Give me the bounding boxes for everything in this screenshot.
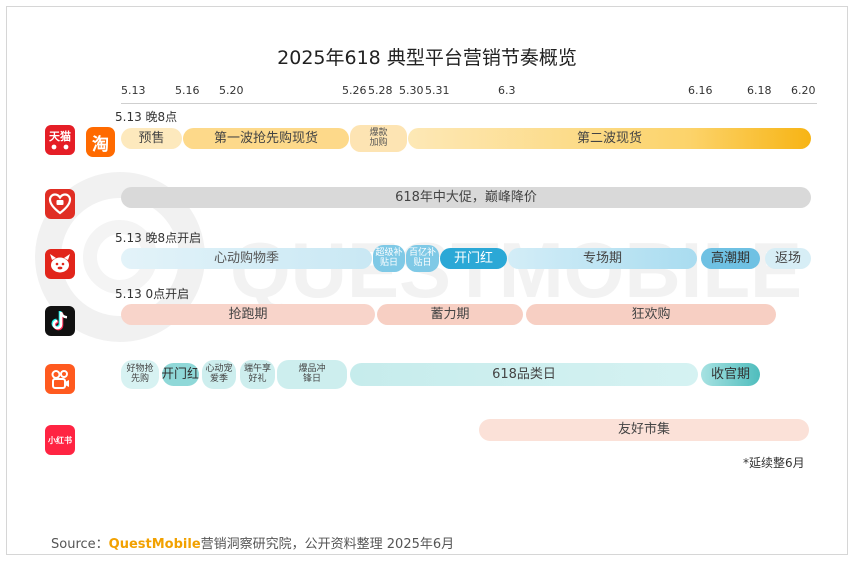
x-tick-label: 6.20 bbox=[791, 84, 816, 97]
chart-frame: QUESTMOBILE 2025年618 典型平台营销节奏概览 5.13 5.16… bbox=[6, 6, 848, 555]
phase-label: 第一波抢先购现货 bbox=[213, 130, 318, 146]
phase-bar: 抢跑期 bbox=[121, 304, 375, 325]
pinduoduo-logo-icon bbox=[45, 189, 75, 219]
phase-bar: 第二波现货 bbox=[408, 128, 811, 149]
phase-label: 抢跑期 bbox=[228, 306, 268, 322]
phase-bar: 超级补 贴日 bbox=[373, 245, 405, 272]
phase-bar: 端午享 好礼 bbox=[240, 360, 275, 389]
phase-label: 爆款 加购 bbox=[369, 128, 388, 148]
phase-label: 百亿补 贴日 bbox=[408, 248, 436, 268]
phase-bar: 爆款 加购 bbox=[350, 125, 407, 152]
phase-bar: 蓄力期 bbox=[377, 304, 523, 325]
source-line: Source：QuestMobile营销洞察研究院，公开资料整理 2025年6月 bbox=[51, 533, 454, 552]
phase-label: 开门红 bbox=[453, 250, 493, 266]
phase-bar: 第一波抢先购现货 bbox=[183, 128, 349, 149]
chart-title: 2025年618 典型平台营销节奏概览 bbox=[277, 47, 577, 69]
phase-label: 第二波现货 bbox=[576, 130, 642, 146]
phase-label: 高潮期 bbox=[710, 250, 750, 266]
phase-bar: 高潮期 bbox=[701, 248, 760, 269]
phase-bar: 收官期 bbox=[701, 363, 760, 386]
x-tick-label: 5.13 bbox=[121, 84, 146, 97]
phase-bar: 618年中大促，巅峰降价 bbox=[121, 187, 811, 208]
source-prefix: Source： bbox=[51, 537, 109, 552]
x-tick-label: 6.3 bbox=[498, 84, 516, 97]
phase-label: 心动宠 爱季 bbox=[205, 364, 233, 384]
phase-bar: 狂欢购 bbox=[526, 304, 776, 325]
source-brand: QuestMobile bbox=[108, 537, 201, 552]
phase-label: 618品类日 bbox=[492, 366, 556, 382]
phase-label: 超级补 贴日 bbox=[375, 248, 403, 268]
phase-label: 蓄力期 bbox=[430, 306, 470, 322]
xhs-footnote: *延续整6月 bbox=[743, 456, 805, 470]
xiaohongshu-logo-text: 小红书 bbox=[48, 435, 72, 445]
phase-label: 618年中大促，巅峰降价 bbox=[395, 189, 537, 205]
jd-logo-icon bbox=[45, 249, 75, 279]
phase-bar: 爆品冲 锋日 bbox=[277, 360, 347, 389]
x-tick-label: 6.16 bbox=[688, 84, 713, 97]
phase-bar: 开门红 bbox=[162, 363, 199, 386]
phase-label: 开门红 bbox=[162, 366, 199, 382]
phase-label: 预售 bbox=[138, 130, 165, 146]
phase-bar: 预售 bbox=[121, 128, 182, 149]
row-start-note: 5.13 晚8点 bbox=[115, 110, 178, 124]
phase-label: 爆品冲 锋日 bbox=[298, 364, 326, 384]
phase-bar: 好物抢 先购 bbox=[121, 360, 159, 389]
tmall-logo-text: 天猫 bbox=[49, 130, 71, 143]
phase-label: 专场期 bbox=[582, 250, 622, 266]
phase-bar: 专场期 bbox=[508, 248, 697, 269]
x-tick-label: 5.20 bbox=[219, 84, 244, 97]
source-text: 营销洞察研究院，公开资料整理 2025年6月 bbox=[200, 537, 455, 552]
watermark-text: QUESTMOBILE bbox=[230, 226, 802, 314]
douyin-logo-icon bbox=[45, 306, 75, 336]
taobao-logo-icon: 淘 bbox=[86, 127, 115, 157]
phase-label: 收官期 bbox=[710, 366, 750, 382]
xiaohongshu-logo-icon: 小红书 bbox=[45, 425, 75, 455]
phase-label: 返场 bbox=[774, 250, 801, 266]
taobao-logo-text: 淘 bbox=[92, 134, 109, 155]
phase-bar: 心动宠 爱季 bbox=[202, 360, 236, 389]
phase-bar: 返场 bbox=[765, 248, 811, 269]
x-tick-label: 5.26 bbox=[342, 84, 367, 97]
phase-label: 好物抢 先购 bbox=[126, 364, 154, 384]
phase-bar: 618品类日 bbox=[350, 363, 698, 386]
phase-bar: 友好市集 bbox=[479, 419, 809, 441]
x-tick-label: 5.16 bbox=[175, 84, 200, 97]
x-axis-line bbox=[121, 103, 817, 104]
x-tick-label: 5.30 bbox=[399, 84, 424, 97]
phase-bar: 心动购物季 bbox=[121, 248, 372, 269]
kuaishou-logo-icon bbox=[45, 364, 75, 394]
x-tick-label: 5.31 bbox=[425, 84, 450, 97]
tmall-logo-icon: 天猫 bbox=[45, 125, 75, 155]
phase-bar: 开门红 bbox=[440, 248, 507, 269]
phase-label: 狂欢购 bbox=[631, 306, 671, 322]
phase-label: 心动购物季 bbox=[213, 250, 279, 266]
phase-label: 端午享 好礼 bbox=[243, 364, 271, 384]
row-start-note: 5.13 0点开启 bbox=[115, 287, 190, 301]
x-tick-label: 6.18 bbox=[747, 84, 772, 97]
x-tick-label: 5.28 bbox=[368, 84, 393, 97]
phase-label: 友好市集 bbox=[617, 422, 670, 438]
phase-bar: 百亿补 贴日 bbox=[406, 245, 439, 272]
row-start-note: 5.13 晚8点开启 bbox=[115, 231, 202, 245]
